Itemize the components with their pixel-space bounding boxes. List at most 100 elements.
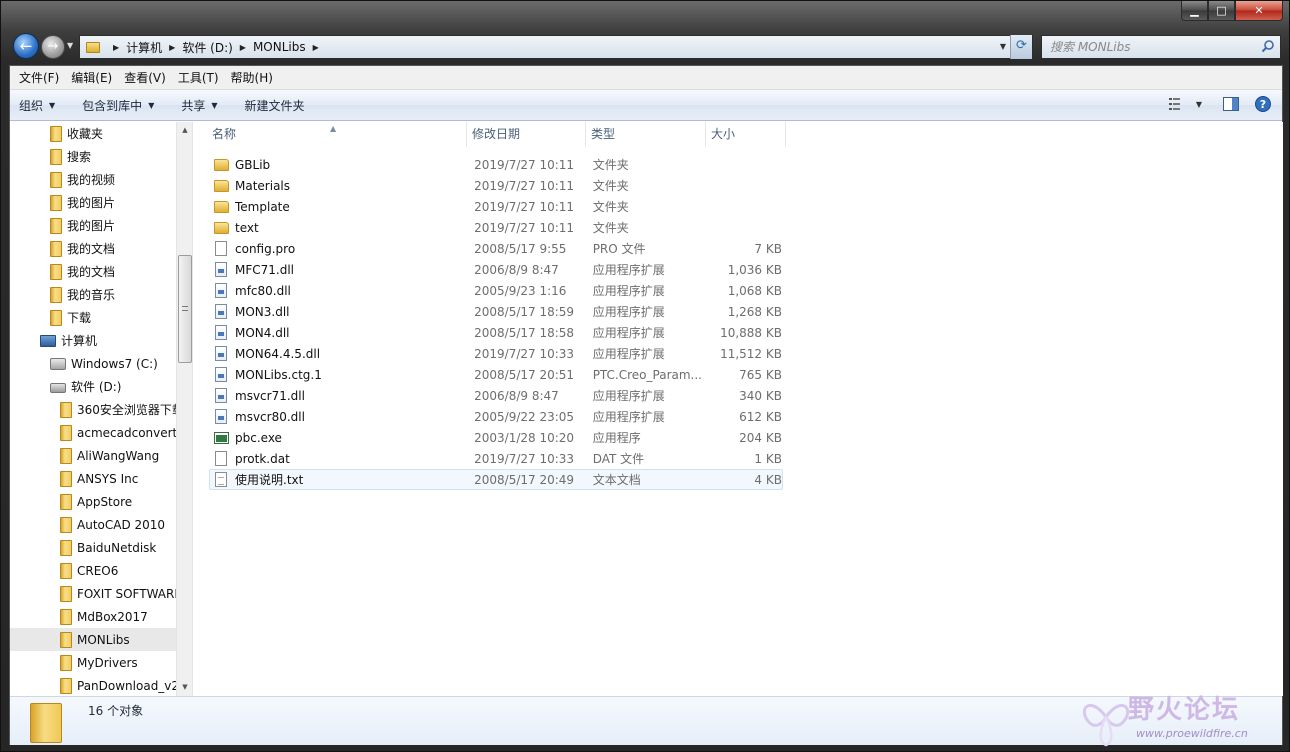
breadcrumb-drive-d[interactable]: 软件 (D:) xyxy=(182,39,232,56)
close-button[interactable]: ✕ xyxy=(1235,1,1283,21)
organize-button[interactable]: 组织 ▼ xyxy=(19,97,55,114)
file-row[interactable]: text 2019/7/27 10:11 文件夹 xyxy=(209,217,783,238)
nav-folder-appstore[interactable]: AppStore xyxy=(10,490,176,513)
nav-item-my-pictures[interactable]: 我的图片 xyxy=(10,191,176,214)
nav-item-my-documents[interactable]: 我的文档 xyxy=(10,237,176,260)
include-in-library-button[interactable]: 包含到库中 ▼ xyxy=(82,97,154,114)
file-row[interactable]: mfc80.dll 2005/9/23 1:16 应用程序扩展 1,068 KB xyxy=(209,280,783,301)
search-input[interactable] xyxy=(1042,36,1252,58)
breadcrumb-computer[interactable]: 计算机 xyxy=(126,39,162,56)
nav-folder-creo6[interactable]: CREO6 xyxy=(10,559,176,582)
share-button[interactable]: 共享 ▼ xyxy=(181,97,217,114)
file-row[interactable]: MON64.4.5.dll 2019/7/27 10:33 应用程序扩展 11,512… xyxy=(209,343,783,364)
file-row[interactable]: config.pro 2008/5/17 9:55 PRO 文件 7 KB xyxy=(209,238,783,259)
nav-label: 计算机 xyxy=(61,334,98,348)
file-name: protk.dat xyxy=(235,451,290,466)
file-row[interactable]: MONLibs.ctg.1 2008/5/17 20:51 PTC.Creo_Par… xyxy=(209,364,783,385)
address-history-dropdown[interactable]: ▼ xyxy=(1000,42,1006,51)
nav-folder-aliwangwang[interactable]: AliWangWang xyxy=(10,444,176,467)
back-arrow-icon: ← xyxy=(19,37,33,55)
refresh-button[interactable]: ⟳ xyxy=(1010,35,1032,59)
breadcrumb: ▶ 计算机 ▶ 软件 (D:) ▶ MONLibs ▶ xyxy=(106,39,326,56)
new-folder-button[interactable]: 新建文件夹 xyxy=(245,97,305,114)
file-row[interactable]: MON3.dll 2008/5/17 18:59 应用程序扩展 1,268 KB xyxy=(209,301,783,322)
details-view-icon xyxy=(1169,98,1180,110)
nav-folder-acmecadconverter[interactable]: acmecadconverter xyxy=(10,421,176,444)
navigation-scrollbar[interactable]: ▲ ▼ xyxy=(176,122,192,696)
nav-item-my-documents-2[interactable]: 我的文档 xyxy=(10,260,176,283)
nav-folder-mdbox[interactable]: MdBox2017 xyxy=(10,605,176,628)
nav-item-my-videos[interactable]: 我的视频 xyxy=(10,168,176,191)
file-date: 2019/7/27 10:11 xyxy=(474,178,575,193)
nav-folder-baidunetdisk[interactable]: BaiduNetdisk xyxy=(10,536,176,559)
nav-folder-autocad[interactable]: AutoCAD 2010 xyxy=(10,513,176,536)
search-icon[interactable] xyxy=(1261,39,1275,53)
nav-item-downloads[interactable]: 下载 xyxy=(10,306,176,329)
nav-item-my-music[interactable]: 我的音乐 xyxy=(10,283,176,306)
file-row-selected[interactable]: 使用说明.txt 2008/5/17 20:49 文本文档 4 KB xyxy=(209,469,783,490)
recent-pages-dropdown[interactable]: ▼ xyxy=(67,41,73,50)
view-dropdown[interactable]: ▼ xyxy=(1190,96,1208,112)
nav-folder-monlibs[interactable]: MONLibs xyxy=(10,628,176,651)
nav-folder-mydrivers[interactable]: MyDrivers xyxy=(10,651,176,674)
chevron-right-icon[interactable]: ▶ xyxy=(313,43,319,52)
file-name: pbc.exe xyxy=(235,430,282,445)
file-row[interactable]: MFC71.dll 2006/8/9 8:47 应用程序扩展 1,036 KB xyxy=(209,259,783,280)
menu-bar: 文件(F) 编辑(E) 查看(V) 工具(T) 帮助(H) xyxy=(10,66,1282,90)
address-bar[interactable]: ▶ 计算机 ▶ 软件 (D:) ▶ MONLibs ▶ ▼ ⟳ xyxy=(79,35,1033,59)
preview-pane-button[interactable] xyxy=(1222,96,1240,112)
file-row[interactable]: Materials 2019/7/27 10:11 文件夹 xyxy=(209,175,783,196)
menu-help[interactable]: 帮助(H) xyxy=(226,69,278,86)
breadcrumb-monlibs[interactable]: MONLibs xyxy=(253,40,306,54)
column-header-size[interactable]: 大小 xyxy=(706,122,786,147)
watermark: 野火论坛 www.proewildfire.cn xyxy=(1076,687,1286,747)
watermark-url: www.proewildfire.cn xyxy=(1136,727,1248,740)
nav-folder-foxit[interactable]: FOXIT SOFTWARE xyxy=(10,582,176,605)
nav-label: MyDrivers xyxy=(77,655,138,670)
chevron-right-icon[interactable]: ▶ xyxy=(169,43,175,52)
minimize-button[interactable]: ▁ xyxy=(1181,1,1208,21)
menu-view[interactable]: 查看(V) xyxy=(119,69,171,86)
file-row[interactable]: MON4.dll 2008/5/17 18:58 应用程序扩展 10,888 KB xyxy=(209,322,783,343)
scroll-up-icon[interactable]: ▲ xyxy=(177,122,192,139)
document-icon xyxy=(213,451,229,467)
column-header-date[interactable]: 修改日期 xyxy=(467,122,586,147)
include-library-label: 包含到库中 xyxy=(82,98,143,113)
file-row[interactable]: msvcr80.dll 2005/9/22 23:05 应用程序扩展 612 KB xyxy=(209,406,783,427)
help-button[interactable]: ? xyxy=(1254,96,1272,112)
search-box[interactable] xyxy=(1041,35,1281,59)
forward-button[interactable]: → xyxy=(41,35,65,59)
file-type: 应用程序扩展 xyxy=(592,326,665,340)
nav-folder-ansys[interactable]: ANSYS Inc xyxy=(10,467,176,490)
column-header-type[interactable]: 类型 xyxy=(586,122,706,147)
back-button[interactable]: ← xyxy=(13,33,39,59)
nav-folder-pandownload[interactable]: PanDownload_v2 xyxy=(10,674,176,696)
column-header-name[interactable]: ▲ 名称 xyxy=(194,122,467,147)
nav-item-my-pictures-2[interactable]: 我的图片 xyxy=(10,214,176,237)
file-row[interactable]: GBLib 2019/7/27 10:11 文件夹 xyxy=(209,154,783,175)
folder-icon xyxy=(60,608,72,625)
file-row[interactable]: pbc.exe 2003/1/28 10:20 应用程序 204 KB xyxy=(209,427,783,448)
chevron-right-icon[interactable]: ▶ xyxy=(113,43,119,52)
nav-item-computer[interactable]: 计算机 xyxy=(10,329,176,352)
nav-item-drive-c[interactable]: Windows7 (C:) xyxy=(10,352,176,375)
folder-icon xyxy=(50,194,62,211)
nav-item-search[interactable]: 搜索 xyxy=(10,145,176,168)
menu-edit[interactable]: 编辑(E) xyxy=(66,69,117,86)
file-row[interactable]: protk.dat 2019/7/27 10:33 DAT 文件 1 KB xyxy=(209,448,783,469)
file-size: 1,036 KB xyxy=(727,262,782,277)
chevron-right-icon[interactable]: ▶ xyxy=(240,43,246,52)
file-row[interactable]: msvcr71.dll 2006/8/9 8:47 应用程序扩展 340 KB xyxy=(209,385,783,406)
menu-file[interactable]: 文件(F) xyxy=(14,69,64,86)
explorer-client: 文件(F) 编辑(E) 查看(V) 工具(T) 帮助(H) 组织 ▼ 包含到库中 ▼… xyxy=(9,65,1283,745)
menu-tools[interactable]: 工具(T) xyxy=(173,69,224,86)
organize-label: 组织 xyxy=(19,98,44,113)
scrollbar-thumb[interactable] xyxy=(178,255,192,363)
scroll-down-icon[interactable]: ▼ xyxy=(177,679,192,696)
nav-folder-360browser[interactable]: 360安全浏览器下载 xyxy=(10,398,176,421)
maximize-button[interactable]: □ xyxy=(1208,1,1235,21)
file-row[interactable]: Template 2019/7/27 10:11 文件夹 xyxy=(209,196,783,217)
nav-item-drive-d[interactable]: 软件 (D:) xyxy=(10,375,176,398)
view-options-button[interactable] xyxy=(1168,96,1186,112)
nav-item-favorites[interactable]: 收藏夹 xyxy=(10,122,176,145)
